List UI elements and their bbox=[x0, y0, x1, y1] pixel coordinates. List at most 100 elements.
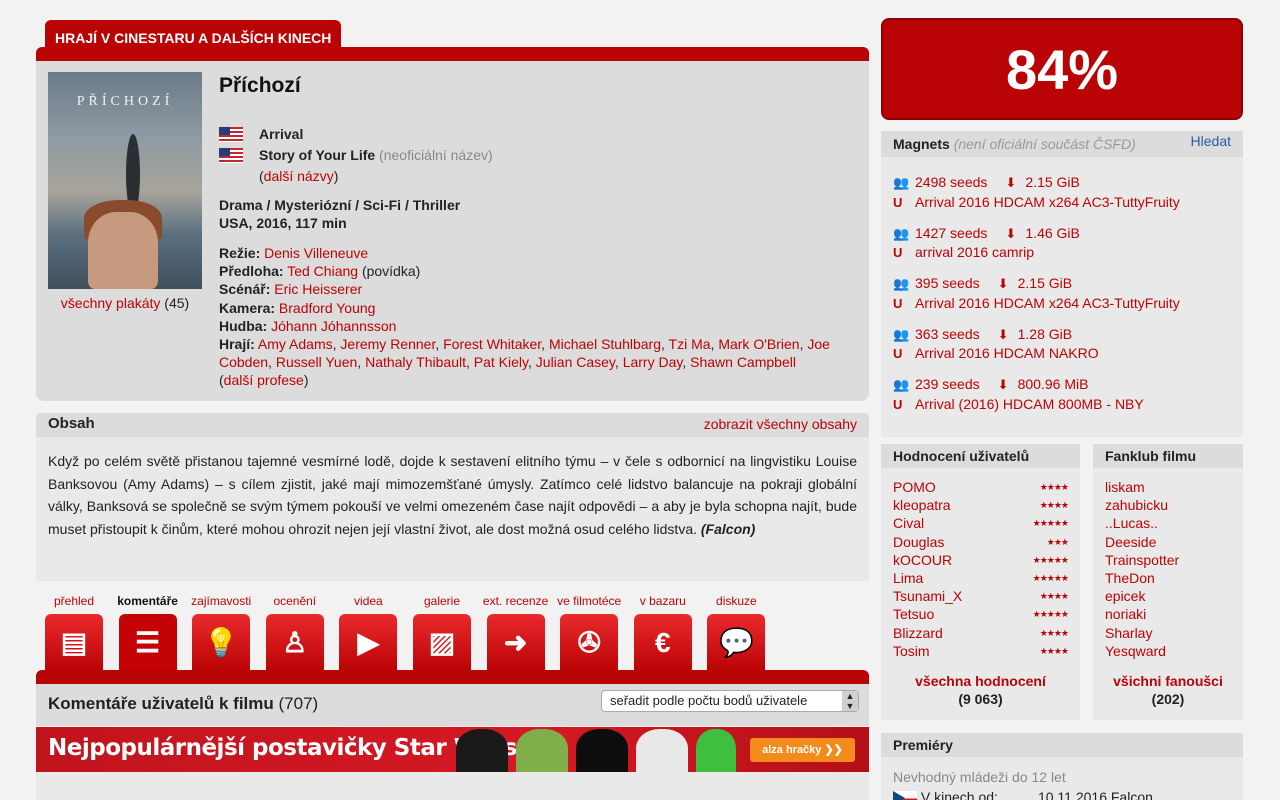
fanclub-member[interactable]: Sharlay bbox=[1105, 624, 1231, 642]
all-fans-link[interactable]: všichni fanoušci bbox=[1105, 672, 1231, 690]
fanclub-member[interactable]: zahubicku bbox=[1105, 496, 1231, 514]
fanclub-member[interactable]: Deeside bbox=[1105, 533, 1231, 551]
tab-film-reel[interactable]: ve filmotéce ✇ bbox=[557, 594, 621, 672]
fanclub-member[interactable]: liskam bbox=[1105, 478, 1231, 496]
user-rating-name[interactable]: Blizzard bbox=[893, 624, 943, 642]
cast-member-link[interactable]: Shawn Campbell bbox=[690, 354, 796, 370]
magnet-link[interactable]: Arrival (2016) HDCAM 800MB - NBY bbox=[915, 396, 1144, 412]
show-all-plots-link[interactable]: zobrazit všechny obsahy bbox=[704, 413, 857, 435]
magnet-seeds: 363 seeds bbox=[915, 325, 980, 342]
fanclub-member[interactable]: Yesqward bbox=[1105, 642, 1231, 660]
cast-member-link[interactable]: Tzi Ma bbox=[669, 336, 711, 352]
user-rating-name[interactable]: kleopatra bbox=[893, 496, 951, 514]
plot-body: Když po celém světě přistanou tajemné ve… bbox=[36, 437, 869, 581]
more-professions-link[interactable]: další profese bbox=[224, 372, 304, 388]
camera-label: Kamera: bbox=[219, 299, 276, 316]
comments-sort-select[interactable]: seřadit podle počtu bodů uživatele ▲ ▼ bbox=[601, 690, 859, 712]
cast-member-link[interactable]: Michael Stuhlbarg bbox=[549, 336, 661, 352]
tab-lightbulb[interactable]: zajímavosti 💡 bbox=[191, 594, 251, 672]
plot-author[interactable]: (Falcon) bbox=[701, 521, 755, 537]
all-ratings-link[interactable]: všechna hodnocení bbox=[893, 672, 1068, 690]
magnet-size: 800.96 MiB bbox=[1017, 376, 1089, 392]
paren-close: ) bbox=[333, 168, 339, 184]
magnet-row: U Arrival 2016 HDCAM x264 AC3-TuttyFruity bbox=[893, 294, 1231, 314]
tab-gallery[interactable]: galerie ▨ bbox=[412, 594, 472, 672]
magnet-link[interactable]: Arrival 2016 HDCAM x264 AC3-TuttyFruity bbox=[915, 295, 1180, 311]
usa-flag-icon bbox=[219, 148, 243, 163]
gallery-icon: ▨ bbox=[413, 614, 471, 672]
all-posters-link[interactable]: všechny plakáty bbox=[61, 295, 161, 311]
comments-heading: Komentáře uživatelů k filmu bbox=[48, 694, 274, 713]
magnets-search-link[interactable]: Hledat bbox=[1191, 128, 1231, 154]
other-names-link[interactable]: další názvy bbox=[264, 168, 334, 184]
cast-member-link[interactable]: Mark O'Brien bbox=[718, 336, 799, 352]
user-rating-name[interactable]: Lima bbox=[893, 569, 923, 587]
oscar-icon: ♙ bbox=[265, 614, 324, 672]
magnet-link[interactable]: arrival 2016 camrip bbox=[915, 244, 1034, 260]
source-author-link[interactable]: Ted Chiang bbox=[287, 263, 358, 279]
user-rating-name[interactable]: Tetsuo bbox=[893, 605, 934, 623]
banner-button[interactable]: alza hračky ❯❯ bbox=[750, 738, 855, 762]
ad-banner[interactable]: Nejpopulárnější postavičky Star Wars alz… bbox=[36, 727, 869, 772]
film-poster[interactable]: PŘÍCHOZÍ bbox=[48, 72, 202, 289]
tab-discussion[interactable]: diskuze 💬 bbox=[706, 594, 766, 672]
cast-member-link[interactable]: Larry Day bbox=[623, 354, 683, 370]
all-fans: všichni fanoušci (202) bbox=[1105, 672, 1231, 708]
user-rating-name[interactable]: kOCOUR bbox=[893, 551, 952, 569]
film-name-row: Arrival bbox=[219, 124, 493, 145]
poster-face bbox=[88, 212, 158, 289]
fanclub-member[interactable]: Trainspotter bbox=[1105, 551, 1231, 569]
czech-flag-icon bbox=[893, 790, 917, 800]
cast-member-link[interactable]: Russell Yuen bbox=[276, 354, 357, 370]
screenwriter-link[interactable]: Eric Heisserer bbox=[274, 281, 362, 297]
magnet-item: 👥 2498 seeds ⬇ 2.15 GiB U Arrival 2016 HDCAM … bbox=[893, 173, 1231, 224]
rating-stars-icon: ★★★★★ bbox=[1032, 554, 1069, 565]
user-rating-row: POMO ★★★★ bbox=[893, 478, 1069, 496]
magnet-link[interactable]: Arrival 2016 HDCAM NAKRO bbox=[915, 345, 1099, 361]
film-name-row: Story of Your Life (neoficiální název) bbox=[219, 145, 493, 166]
user-rating-name[interactable]: Cival bbox=[893, 514, 924, 532]
user-rating-row: Blizzard ★★★★ bbox=[893, 624, 1069, 642]
magnet-link[interactable]: Arrival 2016 HDCAM x264 AC3-TuttyFruity bbox=[915, 194, 1180, 210]
user-rating-name[interactable]: POMO bbox=[893, 478, 936, 496]
user-rating-row: Cival ★★★★★ bbox=[893, 514, 1069, 532]
fanclub-member[interactable]: epicek bbox=[1105, 587, 1231, 605]
tab-video[interactable]: videa ▶ bbox=[338, 594, 398, 672]
fanclub-member[interactable]: noriaki bbox=[1105, 605, 1231, 623]
tab-comments[interactable]: komentáře ☰ bbox=[117, 594, 178, 672]
cast-member-link[interactable]: Amy Adams bbox=[258, 336, 333, 352]
source-label: Předloha: bbox=[219, 263, 284, 280]
fanclub-member[interactable]: ..Lucas.. bbox=[1105, 514, 1231, 532]
cast-member-link[interactable]: Forest Whitaker bbox=[443, 336, 541, 352]
cast-member-link[interactable]: Pat Kiely bbox=[474, 354, 528, 370]
composer-link[interactable]: Jóhann Jóhannsson bbox=[271, 318, 396, 334]
yoda-toy-icon bbox=[516, 729, 568, 772]
cast-member-link[interactable]: Jeremy Renner bbox=[340, 336, 435, 352]
tab-external-review[interactable]: ext. recenze ➜ bbox=[483, 594, 548, 672]
magnet-item: 👥 1427 seeds ⬇ 1.46 GiB Uarrival 2016 camrip bbox=[893, 224, 1231, 275]
comments-red-bar bbox=[36, 670, 869, 684]
magnet-stats: 👥 239 seeds ⬇ 800.96 MiB bbox=[893, 375, 1231, 395]
overview-icon: ▤ bbox=[45, 614, 103, 672]
tab-oscar[interactable]: ocenění ♙ bbox=[265, 594, 325, 672]
cinematographer-link[interactable]: Bradford Young bbox=[279, 300, 376, 316]
alza-mascot-icon bbox=[696, 729, 736, 772]
cast-member-link[interactable]: Julian Casey bbox=[536, 354, 615, 370]
now-playing-tab[interactable]: HRAJÍ V CINESTARU A DALŠÍCH KINECH bbox=[45, 20, 342, 50]
user-rating-name[interactable]: Tosim bbox=[893, 642, 930, 660]
discussion-icon: 💬 bbox=[707, 614, 766, 672]
fanclub-member[interactable]: TheDon bbox=[1105, 569, 1231, 587]
rating-percentage: 84% bbox=[881, 18, 1243, 120]
user-rating-name[interactable]: Douglas bbox=[893, 533, 944, 551]
download-icon: ⬇ bbox=[997, 377, 1009, 392]
magnet-icon: U bbox=[893, 346, 903, 361]
user-rating-name[interactable]: Tsunami_X bbox=[893, 587, 962, 605]
tab-overview[interactable]: přehled ▤ bbox=[44, 594, 104, 672]
select-arrows-icon: ▲ ▼ bbox=[842, 691, 858, 711]
tab-euro[interactable]: v bazaru € bbox=[633, 594, 693, 672]
film-creators: Režie: Denis Villeneuve Předloha: Ted Ch… bbox=[219, 244, 859, 390]
cast-member-link[interactable]: Nathaly Thibault bbox=[365, 354, 466, 370]
film-name: Story of Your Life bbox=[259, 147, 376, 163]
film-name: Arrival bbox=[259, 126, 304, 142]
director-link[interactable]: Denis Villeneuve bbox=[264, 245, 368, 261]
